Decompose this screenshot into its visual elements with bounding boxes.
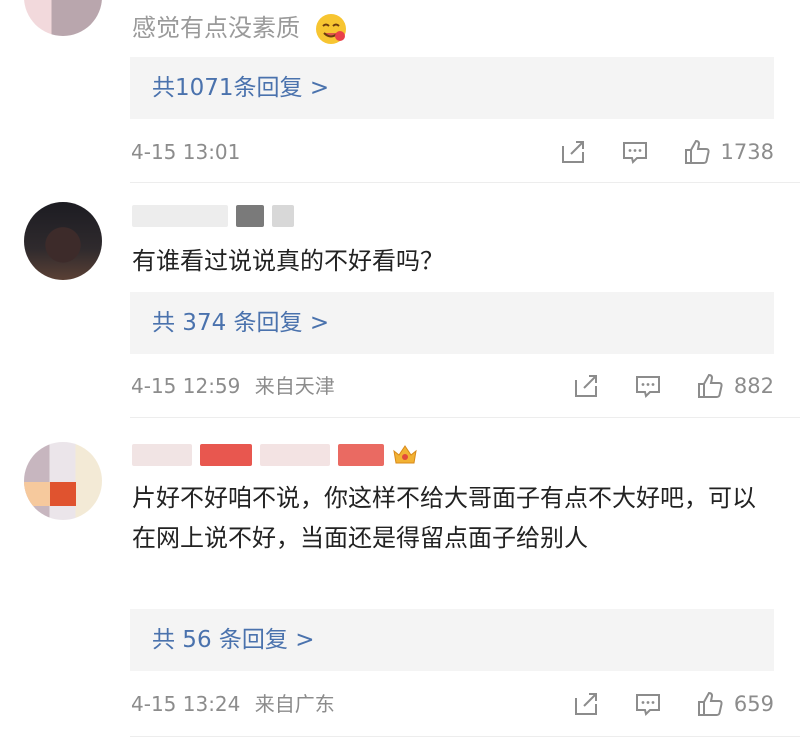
reply-summary[interactable]: 共 374 条回复 > (130, 292, 774, 354)
crown-badge-icon (393, 445, 417, 464)
comment-icon[interactable] (634, 372, 662, 400)
share-icon[interactable] (572, 690, 600, 718)
divider (130, 736, 800, 737)
reply-count-link[interactable]: 共 56 条回复 > (152, 609, 314, 671)
username-blurred[interactable] (132, 203, 294, 229)
like-count: 1738 (720, 140, 774, 164)
comment-actions: 882 (572, 370, 774, 402)
username-blurred[interactable] (132, 442, 418, 468)
comment-text: 片好不好咱不说，你这样不给大哥面子有点不大好吧，可以在网上说不好，当面还是得留点… (132, 484, 756, 552)
reply-count-link[interactable]: 共 374 条回复 > (152, 292, 329, 354)
comment-item: 感觉有点没素质 共1071条回复 > 4-15 13:01 1738 (0, 0, 800, 183)
location: 来自广东 (254, 692, 335, 716)
timestamp: 4-15 12:59 (131, 374, 241, 398)
comment-text: 感觉有点没素质 (132, 8, 772, 48)
share-icon[interactable] (572, 372, 600, 400)
thumbs-up-icon[interactable] (696, 690, 724, 718)
comment-actions: 659 (572, 688, 774, 720)
comment-icon[interactable] (621, 138, 649, 166)
reply-summary[interactable]: 共 56 条回复 > (130, 609, 774, 671)
comment-meta: 4-15 12:59 来自天津 (131, 372, 335, 400)
comment-meta: 4-15 13:01 (131, 138, 240, 166)
like-count: 882 (733, 374, 774, 398)
share-icon[interactable] (559, 138, 587, 166)
reply-count-link[interactable]: 共1071条回复 > (152, 57, 329, 119)
timestamp: 4-15 13:01 (131, 140, 241, 164)
smiling-face-emoji (315, 14, 346, 44)
timestamp: 4-15 13:24 (131, 692, 241, 716)
avatar[interactable] (24, 202, 102, 280)
comment-actions: 1738 (559, 136, 774, 168)
location: 来自天津 (254, 374, 335, 398)
like-count: 659 (733, 692, 774, 716)
thumbs-up-icon[interactable] (696, 372, 724, 400)
comment-text: 有谁看过说说真的不好看吗？ (132, 247, 444, 275)
thumbs-up-icon[interactable] (683, 138, 711, 166)
comment-item: 有谁看过说说真的不好看吗？ 共 374 条回复 > 4-15 12:59 来自天… (0, 183, 800, 418)
comment-item: 片好不好咱不说，你这样不给大哥面子有点不大好吧，可以在网上说不好，当面还是得留点… (0, 418, 800, 747)
avatar[interactable] (24, 442, 102, 520)
comment-meta: 4-15 13:24 来自广东 (131, 690, 335, 718)
reply-summary[interactable]: 共1071条回复 > (130, 57, 774, 119)
comment-icon[interactable] (634, 690, 662, 718)
avatar[interactable] (24, 0, 102, 36)
